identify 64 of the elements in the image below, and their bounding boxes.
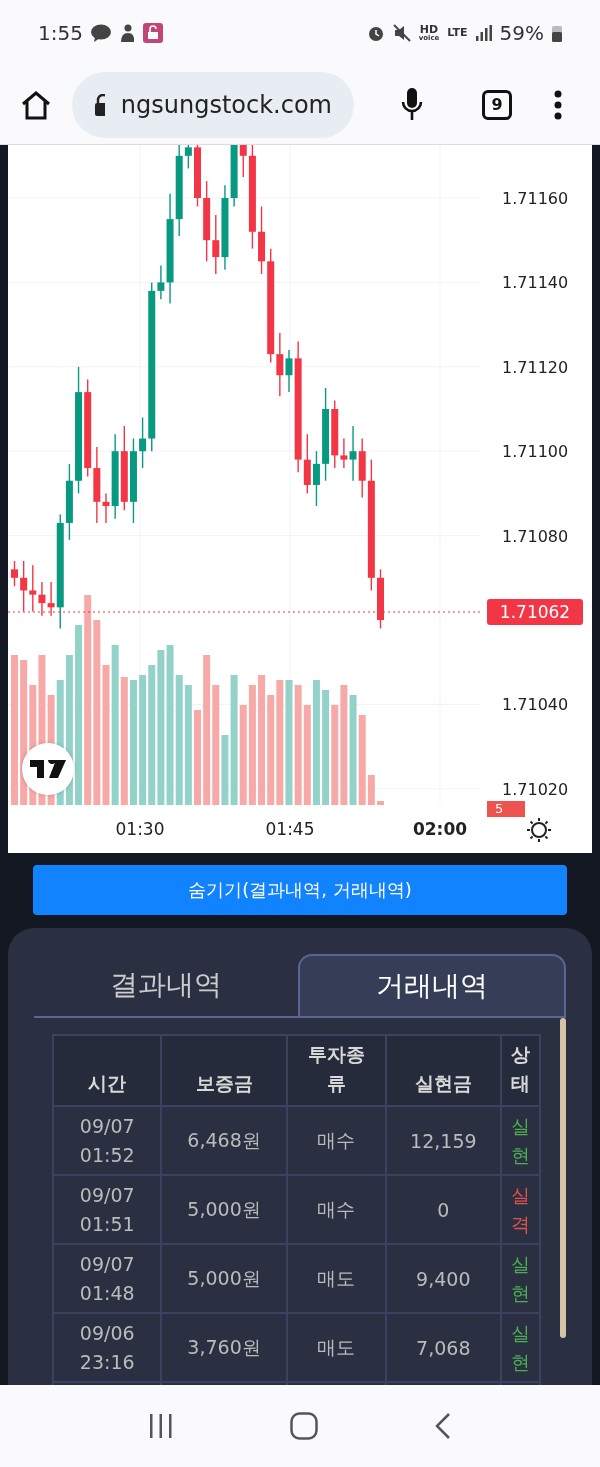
- table-cell: 09/07 01:52: [53, 1106, 162, 1175]
- column-header: 보증금: [161, 1035, 287, 1106]
- signal-icon: [475, 24, 492, 41]
- price-label: 1.71120: [502, 357, 569, 377]
- candle: [377, 568, 384, 630]
- tab-count-button[interactable]: 9: [482, 89, 512, 120]
- history-tab[interactable]: 결과내역: [34, 954, 298, 1016]
- volume-bar: [377, 801, 384, 805]
- figure-icon: [118, 23, 135, 42]
- price-label: 1.71080: [502, 526, 569, 546]
- microphone-icon[interactable]: [400, 87, 424, 122]
- battery-icon: [552, 23, 562, 42]
- column-header: 시간: [53, 1035, 162, 1106]
- mute-icon: [392, 23, 411, 42]
- price-label: 1.71020: [502, 779, 569, 799]
- column-header: 투자종류: [286, 1035, 387, 1106]
- time-label: 01:30: [115, 819, 165, 839]
- price-label: 1.71160: [502, 188, 569, 208]
- hide-history-button[interactable]: 숨기기(결과내역, 거래내역): [33, 865, 567, 915]
- time-label: 02:00: [412, 819, 468, 839]
- sun-icon[interactable]: [526, 817, 552, 843]
- lock-icon: [94, 93, 105, 116]
- table-cell: 9,400: [386, 1244, 501, 1313]
- home-icon[interactable]: [20, 89, 52, 120]
- home-button-icon[interactable]: [290, 1412, 318, 1440]
- time-label: 01:45: [265, 819, 315, 839]
- unlock-icon: [142, 22, 163, 43]
- scrollbar[interactable]: [560, 1018, 566, 1338]
- network-indicator: LTE: [447, 27, 468, 38]
- table-cell: 0: [386, 1175, 501, 1244]
- table-cell: 5,000원: [161, 1244, 287, 1313]
- status-cell: 실현: [500, 1244, 540, 1313]
- table-cell: 3,760원: [161, 1313, 287, 1382]
- menu-icon[interactable]: [554, 89, 562, 120]
- column-header: 실현금: [386, 1035, 501, 1106]
- volume-badge: 5: [487, 801, 525, 817]
- table-cell: 7,068: [386, 1313, 501, 1382]
- status-cell: 실현: [500, 1106, 540, 1175]
- table-cell: 12,159: [386, 1106, 501, 1175]
- status-cell: 실격: [500, 1175, 540, 1244]
- table-cell: 5,000원: [161, 1175, 287, 1244]
- battery-percent: 59%: [499, 20, 544, 45]
- price-label: 1.71100: [502, 441, 569, 461]
- clock: 1:55: [38, 20, 83, 45]
- candle: [194, 145, 201, 208]
- price-label: 1.71040: [502, 694, 569, 714]
- last-price-badge: 1.71062: [487, 598, 583, 625]
- address-bar[interactable]: ngsungstock.com: [72, 71, 354, 138]
- recent-apps-icon[interactable]: [148, 1414, 174, 1438]
- candle: [11, 560, 18, 587]
- history-tab[interactable]: 거래내역: [298, 954, 566, 1016]
- table-cell: 매도: [286, 1244, 387, 1313]
- table-cell: 매수: [286, 1106, 387, 1175]
- status-cell: 실현: [500, 1313, 540, 1382]
- table-cell: 매수: [286, 1175, 387, 1244]
- table-cell: 09/06 23:16: [53, 1313, 162, 1382]
- price-label: 1.71140: [502, 272, 569, 292]
- table-cell: 6,468원: [161, 1106, 287, 1175]
- back-icon[interactable]: [434, 1412, 452, 1440]
- table-cell: 09/07 01:48: [53, 1244, 162, 1313]
- table-cell: 매도: [286, 1313, 387, 1382]
- chat-bubble-icon: [90, 23, 111, 42]
- table-cell: 09/07 01:51: [53, 1175, 162, 1244]
- column-header: 상태: [500, 1035, 540, 1106]
